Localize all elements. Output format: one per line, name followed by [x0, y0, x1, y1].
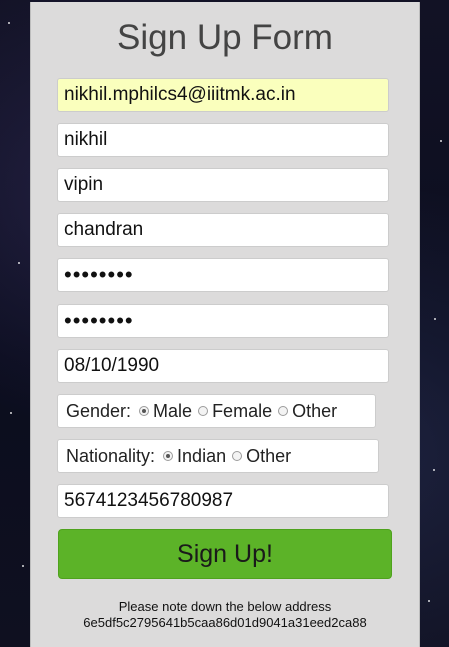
- confirm-password-field[interactable]: ••••••••: [57, 304, 389, 338]
- gender-female-radio[interactable]: [198, 406, 209, 416]
- date-of-birth-field[interactable]: 08/10/1990: [57, 349, 389, 383]
- sign-up-button[interactable]: Sign Up!: [58, 529, 392, 579]
- signup-form-panel: Sign Up Form nikhil.mphilcs4@iiitmk.ac.i…: [30, 2, 420, 647]
- phone-number-field[interactable]: 5674123456780987: [57, 484, 389, 518]
- nationality-other-label[interactable]: Other: [246, 446, 291, 467]
- gender-group: Gender: Male Female Other: [57, 394, 376, 428]
- email-field[interactable]: nikhil.mphilcs4@iiitmk.ac.in: [57, 78, 389, 112]
- star: [428, 600, 430, 602]
- star: [8, 22, 10, 24]
- first-name-field[interactable]: nikhil: [57, 123, 389, 157]
- gender-female-label[interactable]: Female: [212, 401, 272, 422]
- gender-male-label[interactable]: Male: [153, 401, 192, 422]
- last-name-field[interactable]: chandran: [57, 213, 389, 247]
- gender-other-label[interactable]: Other: [292, 401, 337, 422]
- password-field[interactable]: ••••••••: [57, 258, 389, 292]
- nationality-group: Nationality: Indian Other: [57, 439, 379, 473]
- nationality-indian-radio[interactable]: [163, 451, 174, 461]
- star: [433, 469, 435, 471]
- star: [22, 565, 24, 567]
- note-text: Please note down the below address: [118, 599, 332, 614]
- form-title: Sign Up Form: [117, 18, 333, 57]
- star: [440, 140, 442, 142]
- star: [434, 318, 436, 320]
- nationality-other-radio[interactable]: [232, 451, 243, 461]
- nationality-indian-label[interactable]: Indian: [177, 446, 226, 467]
- nationality-label: Nationality:: [66, 445, 156, 466]
- address-hash-text: 6e5df5c2795641b5caa86d01d9041a31eed2ca88: [83, 615, 367, 630]
- star: [10, 412, 12, 414]
- middle-name-field[interactable]: vipin: [57, 168, 389, 202]
- star: [18, 262, 20, 264]
- gender-label: Gender:: [66, 400, 132, 421]
- gender-other-radio[interactable]: [278, 406, 289, 416]
- gender-male-radio[interactable]: [139, 406, 150, 416]
